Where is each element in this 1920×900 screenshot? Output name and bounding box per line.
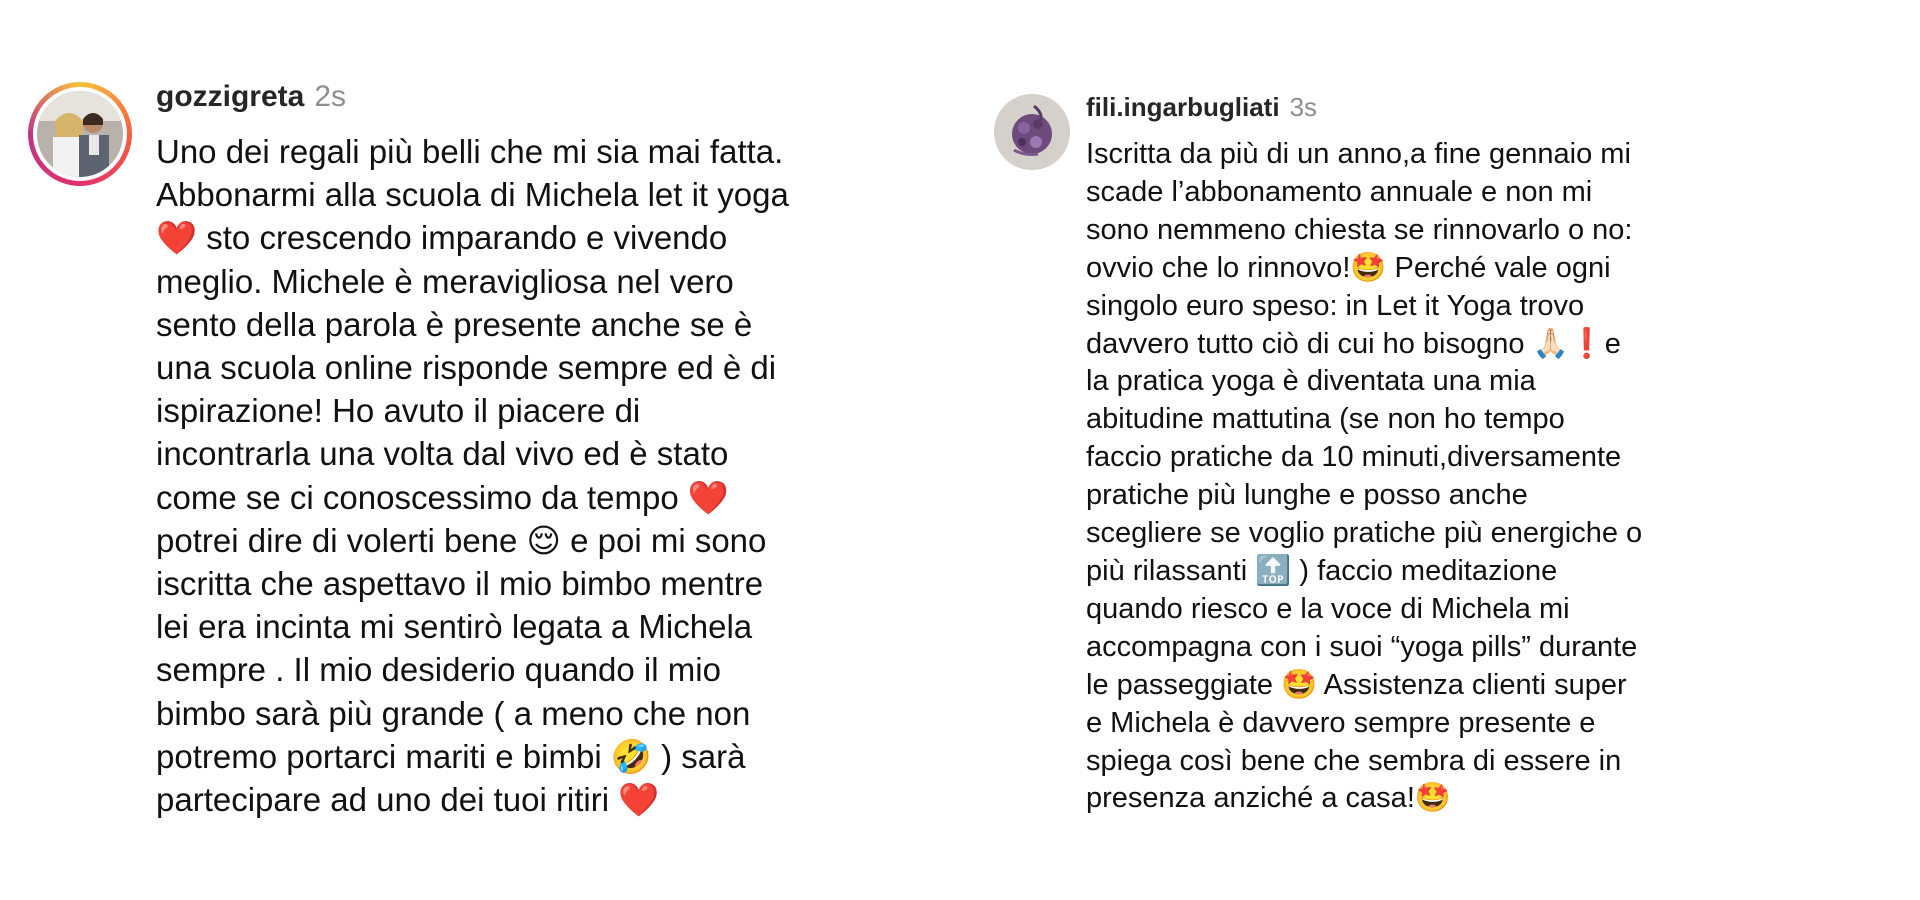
avatar[interactable] [37,91,123,177]
comment-line: ❤️ sto crescendo imparando e vivendo [156,219,728,257]
comment-line: meglio. Michele è meravigliosa nel vero [156,262,734,300]
comment-line: e Michela è davvero sempre presente e [1086,706,1596,739]
comment-line: potremo portarci mariti e bimbi 🤣 ) sarà [156,737,746,775]
comment-line: una scuola online risponde sempre ed è d… [156,349,777,387]
username[interactable]: gozzigreta [156,80,304,113]
comment-line: pratiche più lunghe e posso anche [1086,479,1528,512]
comment-line: scade l’abbonamento annuale e non mi [1086,175,1593,208]
comment-line: sento della parola è presente anche se è [156,305,753,343]
comment-line: Iscritta da più di un anno,a fine gennai… [1086,138,1631,170]
timestamp: 3s [1289,92,1318,122]
comment-line: davvero tutto ciò di cui ho bisogno 🙏🏻❗️… [1086,327,1621,360]
profile-photo-icon [994,94,1070,170]
comment-line: incontrarla una volta dal vivo ed è stat… [156,435,729,473]
comment-line: le passeggiate 🤩 Assistenza clienti supe… [1086,668,1627,701]
comment-header: gozzigreta 2s [156,80,346,114]
comment-line: scegliere se voglio pratiche più energic… [1086,517,1643,550]
comment-line: sono nemmeno chiesta se rinnovarlo o no: [1086,213,1633,246]
comment-line: accompagna con i suoi “yoga pills” duran… [1086,630,1638,663]
comment-line: lei era incinta mi sentirò legata a Mich… [156,608,753,646]
timestamp: 2s [314,80,347,113]
comment-line: faccio pratiche da 10 minuti,diversament… [1086,441,1622,474]
comment-text: Uno dei regali più belli che mi sia mai … [156,130,789,821]
comment-line: più rilassanti 🔝 ) faccio meditazione [1086,554,1558,587]
comment-line: bimbo sarà più grande ( a meno che non [156,694,751,732]
comment-line: spiega così bene che sembra di essere in [1086,744,1622,777]
comment-line: quando riesco e la voce di Michela mi [1086,592,1570,625]
avatar[interactable] [994,94,1070,170]
comment-line: potrei dire di volerti bene 😌 e poi mi s… [156,521,767,559]
comment-line: come se ci conoscessimo da tempo ❤️ [156,478,729,516]
comment-line: singolo euro speso: in Let it Yoga trovo [1086,289,1585,322]
profile-photo-icon [37,91,123,177]
comment-line: ovvio che lo rinnovo!🤩 Perché vale ogni [1086,251,1611,284]
username[interactable]: fili.ingarbugliati [1086,92,1280,122]
comment-line: presenza anziché a casa!🤩 [1086,782,1451,815]
comment-line: partecipare ad uno dei tuoi ritiri ❤️ [156,781,660,819]
comment-line: sempre . Il mio desiderio quando il mio [156,651,721,689]
comment-line: Uno dei regali più belli che mi sia mai … [156,133,784,170]
comment-line: abitudine mattutina (se non ho tempo [1086,403,1565,436]
comment-line: la pratica yoga è diventata una mia [1086,365,1536,398]
comment-text: Iscritta da più di un anno,a fine gennai… [1086,136,1642,818]
comment-header: fili.ingarbugliati 3s [1086,92,1317,123]
comment-line: Abbonarmi alla scuola di Michela let it … [156,176,789,214]
comment-line: ispirazione! Ho avuto il piacere di [156,392,641,430]
comment-line: iscritta che aspettavo il mio bimbo ment… [156,565,764,603]
